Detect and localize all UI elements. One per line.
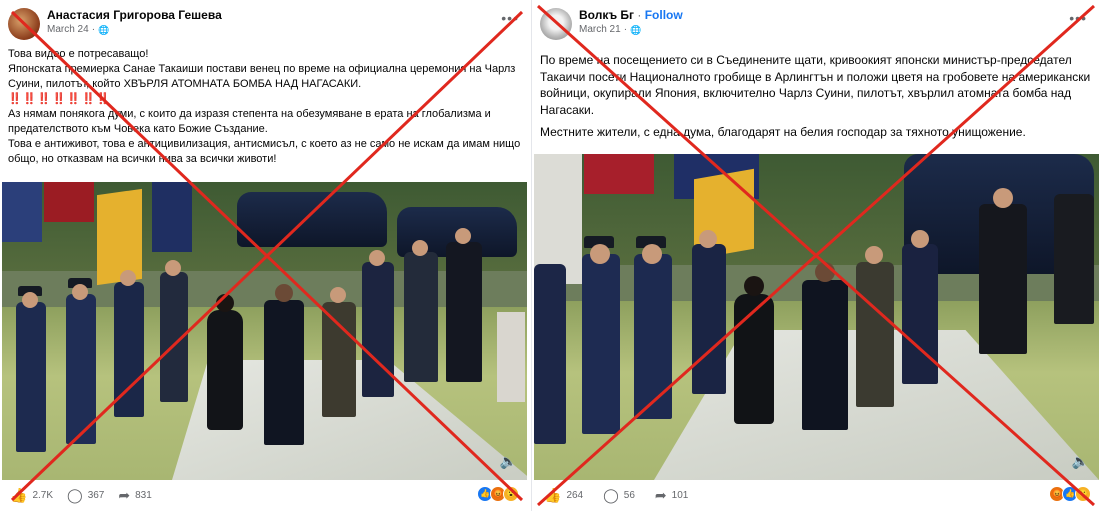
more-options-icon[interactable]: ••• (501, 10, 519, 26)
post-paragraph: Това видео е потресаващо! (8, 48, 149, 60)
shares-count: 101 (671, 489, 689, 501)
soldier (160, 272, 188, 402)
soldier (114, 282, 144, 417)
share-icon: ➦ (118, 486, 131, 503)
globe-icon: 🌐 (630, 25, 642, 35)
comment-button[interactable]: ◯ 367 (67, 487, 104, 504)
facebook-post-1: Анастасия Григорова Гешева March 24 · 🌐 … (0, 0, 531, 511)
soldier (534, 264, 566, 444)
person (979, 204, 1027, 354)
wow-icon: 😮 (503, 486, 519, 502)
flag (584, 154, 654, 194)
post-paragraph: Аз нямам понякога думи, с които да израз… (8, 108, 491, 135)
post-actions: 👍 2.7K ◯ 367 ➦ 831 (10, 482, 152, 508)
flag (152, 182, 192, 252)
comment-button[interactable]: ◯ 56 (603, 487, 635, 504)
comments-count: 56 (623, 489, 635, 501)
flag (2, 182, 42, 242)
flag (44, 182, 94, 222)
reactions-count: 264 (566, 489, 584, 501)
soldier (16, 302, 46, 452)
soldier (582, 254, 620, 434)
person (322, 302, 356, 417)
video-player[interactable]: 🔈 (534, 154, 1099, 480)
post-paragraph: Японската премиерка Санае Такаиши постав… (8, 63, 516, 90)
reactions-count: 2.7K (32, 489, 54, 501)
reaction-summary[interactable]: 😡 👍 😮 (1049, 486, 1091, 502)
avatar[interactable] (540, 8, 572, 40)
post-paragraph: По време на посещението си в Съединените… (540, 53, 1091, 117)
person-in-black (734, 294, 774, 424)
comments-count: 367 (87, 489, 105, 501)
author-name[interactable]: Анастасия Григорова Гешева (47, 8, 222, 23)
author-name[interactable]: Волкъ Бг (579, 8, 634, 22)
general (802, 280, 848, 430)
flag (97, 188, 142, 286)
like-button[interactable]: 👍 2.7K (10, 487, 53, 504)
post-paragraph: Това е антиживот, това е антицивилизация… (8, 138, 521, 165)
like-button[interactable]: 👍 264 (544, 487, 583, 504)
share-button[interactable]: ➦ 831 (118, 487, 151, 504)
exclamation-emoji-row: ‼️‼️‼️‼️‼️‼️‼️ (8, 93, 111, 105)
general (264, 300, 304, 445)
post-header: Анастасия Григорова Гешева March 24 · 🌐 (8, 8, 222, 40)
person (1054, 194, 1094, 324)
facebook-post-2: Волкъ Бг · Follow March 21 · 🌐 ••• По вр… (531, 0, 1100, 511)
share-icon: ➦ (654, 486, 667, 503)
soldier (692, 244, 726, 394)
comment-icon: ◯ (603, 486, 619, 503)
comment-icon: ◯ (67, 486, 83, 503)
avatar[interactable] (8, 8, 40, 40)
reaction-summary[interactable]: 👍 😡 😮 (477, 486, 519, 502)
shares-count: 831 (135, 489, 152, 501)
vehicle (237, 192, 387, 247)
post-date[interactable]: March 21 (579, 23, 621, 37)
soldier (404, 252, 438, 382)
soldier (66, 294, 96, 444)
person (446, 242, 482, 382)
stone-pillar (497, 312, 525, 402)
follow-button[interactable]: Follow (645, 8, 683, 22)
post-text: Това видео е потресаващо! Японската прем… (8, 47, 522, 167)
like-icon: 👍 (544, 486, 562, 503)
like-icon: 👍 (10, 486, 28, 503)
share-button[interactable]: ➦ 101 (655, 487, 688, 504)
soldier (362, 262, 394, 397)
wow-icon: 😮 (1075, 486, 1091, 502)
person (856, 262, 894, 407)
soldier (902, 244, 938, 384)
soldier (634, 254, 672, 419)
post-paragraph: Местните жители, с една дума, благодарят… (540, 125, 1026, 139)
globe-icon: 🌐 (98, 25, 110, 35)
person-in-black (207, 310, 243, 430)
post-text: По време на посещението си в Съединените… (540, 52, 1092, 141)
post-header: Волкъ Бг · Follow March 21 · 🌐 (540, 8, 683, 40)
video-player[interactable]: 🔈 (2, 182, 527, 480)
more-options-icon[interactable]: ••• (1069, 10, 1087, 26)
post-date[interactable]: March 24 (47, 23, 89, 37)
volume-icon[interactable]: 🔈 (500, 453, 517, 470)
post-actions: 👍 264 ◯ 56 ➦ 101 (544, 482, 688, 508)
volume-icon[interactable]: 🔈 (1072, 453, 1089, 470)
